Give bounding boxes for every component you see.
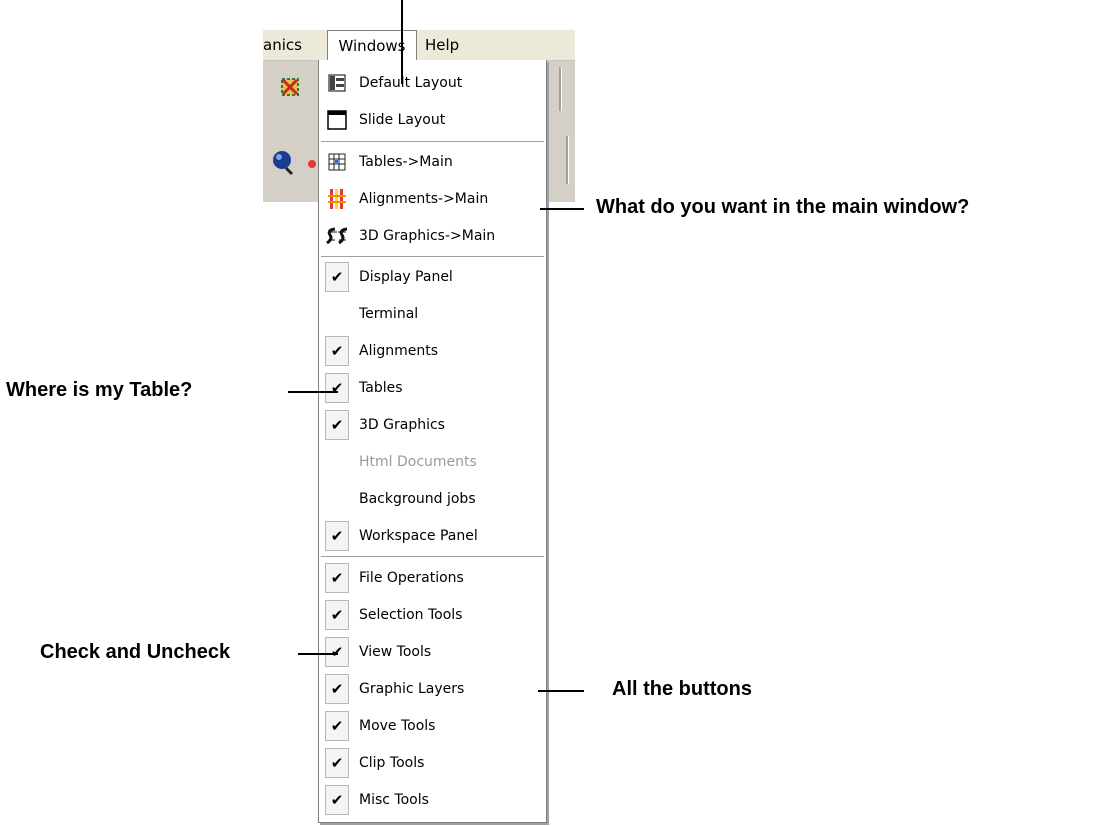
menu-separator	[321, 556, 544, 558]
menu-item-clip-tools[interactable]: ✔ Clip Tools	[319, 745, 546, 782]
menu-item-workspace-panel[interactable]: ✔ Workspace Panel	[319, 518, 546, 555]
menu-item-label: Graphic Layers	[359, 681, 465, 697]
menu-item-label: Background jobs	[359, 491, 476, 507]
table-grid-icon	[323, 147, 351, 176]
menu-item-display-panel[interactable]: ✔ Display Panel	[319, 259, 546, 296]
checkmark-icon: ✔	[325, 600, 349, 630]
toolbar-separator	[566, 136, 569, 184]
menu-item-label: File Operations	[359, 570, 464, 586]
menu-item-default-layout[interactable]: Default Layout	[319, 65, 546, 102]
default-layout-icon	[323, 68, 351, 97]
checkmark-icon: ✔	[325, 785, 349, 815]
menu-mechanics[interactable]: anics	[263, 30, 302, 60]
callout-line-main-window	[540, 208, 584, 210]
menu-item-label: Slide Layout	[359, 112, 446, 128]
menu-item-alignments[interactable]: ✔ Alignments	[319, 333, 546, 370]
graphics-tool-icon[interactable]	[306, 154, 318, 174]
menu-item-3d-graphics[interactable]: ✔ 3D Graphics	[319, 407, 546, 444]
menu-item-label: Tables	[359, 380, 403, 396]
menu-item-label: 3D Graphics->Main	[359, 228, 496, 244]
menu-item-slide-layout[interactable]: Slide Layout	[319, 102, 546, 139]
checkmark-icon: ✔	[325, 637, 349, 667]
menu-item-file-operations[interactable]: ✔ File Operations	[319, 560, 546, 597]
menu-item-label: Default Layout	[359, 75, 463, 91]
menu-item-label: Alignments->Main	[359, 191, 489, 207]
menu-item-label: Workspace Panel	[359, 528, 478, 544]
menu-item-misc-tools[interactable]: ✔ Misc Tools	[319, 782, 546, 819]
callout-line-top	[401, 0, 403, 84]
clip-tool-icon[interactable]	[277, 74, 303, 100]
checkmark-icon: ✔	[325, 563, 349, 593]
menu-item-label: Selection Tools	[359, 607, 463, 623]
menu-item-selection-tools[interactable]: ✔ Selection Tools	[319, 597, 546, 634]
menu-item-view-tools[interactable]: ✔ View Tools	[319, 634, 546, 671]
callout-check: Check and Uncheck	[40, 641, 231, 663]
toolbar-separator	[559, 67, 562, 111]
menu-item-move-tools[interactable]: ✔ Move Tools	[319, 708, 546, 745]
checkmark-icon: ✔	[325, 521, 349, 551]
3d-graphics-icon	[323, 221, 351, 250]
windows-dropdown-menu: Default Layout Slide Layout Tables->Main	[318, 60, 547, 823]
menu-item-label: Alignments	[359, 343, 439, 359]
menu-item-tables-main[interactable]: Tables->Main	[319, 144, 546, 181]
callout-line-table	[288, 391, 338, 393]
callout-line-check	[298, 653, 338, 655]
menu-windows[interactable]: Windows	[327, 30, 417, 61]
checkmark-icon: ✔	[325, 410, 349, 440]
menu-item-label: Tables->Main	[359, 154, 453, 170]
menu-item-label: Misc Tools	[359, 792, 429, 808]
menu-item-alignments-main[interactable]: Alignments->Main	[319, 181, 546, 218]
menu-item-tables[interactable]: ✔ Tables	[319, 370, 546, 407]
menu-item-label: Html Documents	[359, 454, 477, 470]
checkmark-icon: ✔	[325, 674, 349, 704]
menu-item-graphic-layers[interactable]: ✔ Graphic Layers	[319, 671, 546, 708]
menu-item-label: View Tools	[359, 644, 432, 660]
menu-item-label: 3D Graphics	[359, 417, 445, 433]
menu-separator	[321, 256, 544, 258]
checkmark-icon: ✔	[325, 748, 349, 778]
callout-buttons: All the buttons	[612, 678, 752, 700]
menu-item-terminal[interactable]: Terminal	[319, 296, 546, 333]
alignments-icon	[323, 184, 351, 213]
menu-item-label: Display Panel	[359, 269, 453, 285]
slide-layout-icon	[323, 105, 351, 134]
checkmark-icon: ✔	[325, 262, 349, 292]
menu-separator	[321, 141, 544, 143]
checkmark-icon: ✔	[325, 711, 349, 741]
checkmark-icon: ✔	[325, 336, 349, 366]
menu-item-label: Terminal	[359, 306, 419, 322]
menu-item-3d-graphics-main[interactable]: 3D Graphics->Main	[319, 218, 546, 255]
menu-bar: anics Windows Help	[263, 30, 575, 61]
menu-item-label: Clip Tools	[359, 755, 425, 771]
callout-table: Where is my Table?	[6, 379, 193, 401]
menu-item-html-documents: Html Documents	[319, 444, 546, 481]
menu-help[interactable]: Help	[425, 30, 459, 60]
checkmark-icon: ✔	[325, 373, 349, 403]
menu-item-background-jobs[interactable]: Background jobs	[319, 481, 546, 518]
zoom-tool-icon[interactable]	[270, 150, 294, 176]
callout-main-window: What do you want in the main window?	[596, 196, 970, 218]
callout-line-buttons	[538, 690, 584, 692]
menu-item-label: Move Tools	[359, 718, 436, 734]
